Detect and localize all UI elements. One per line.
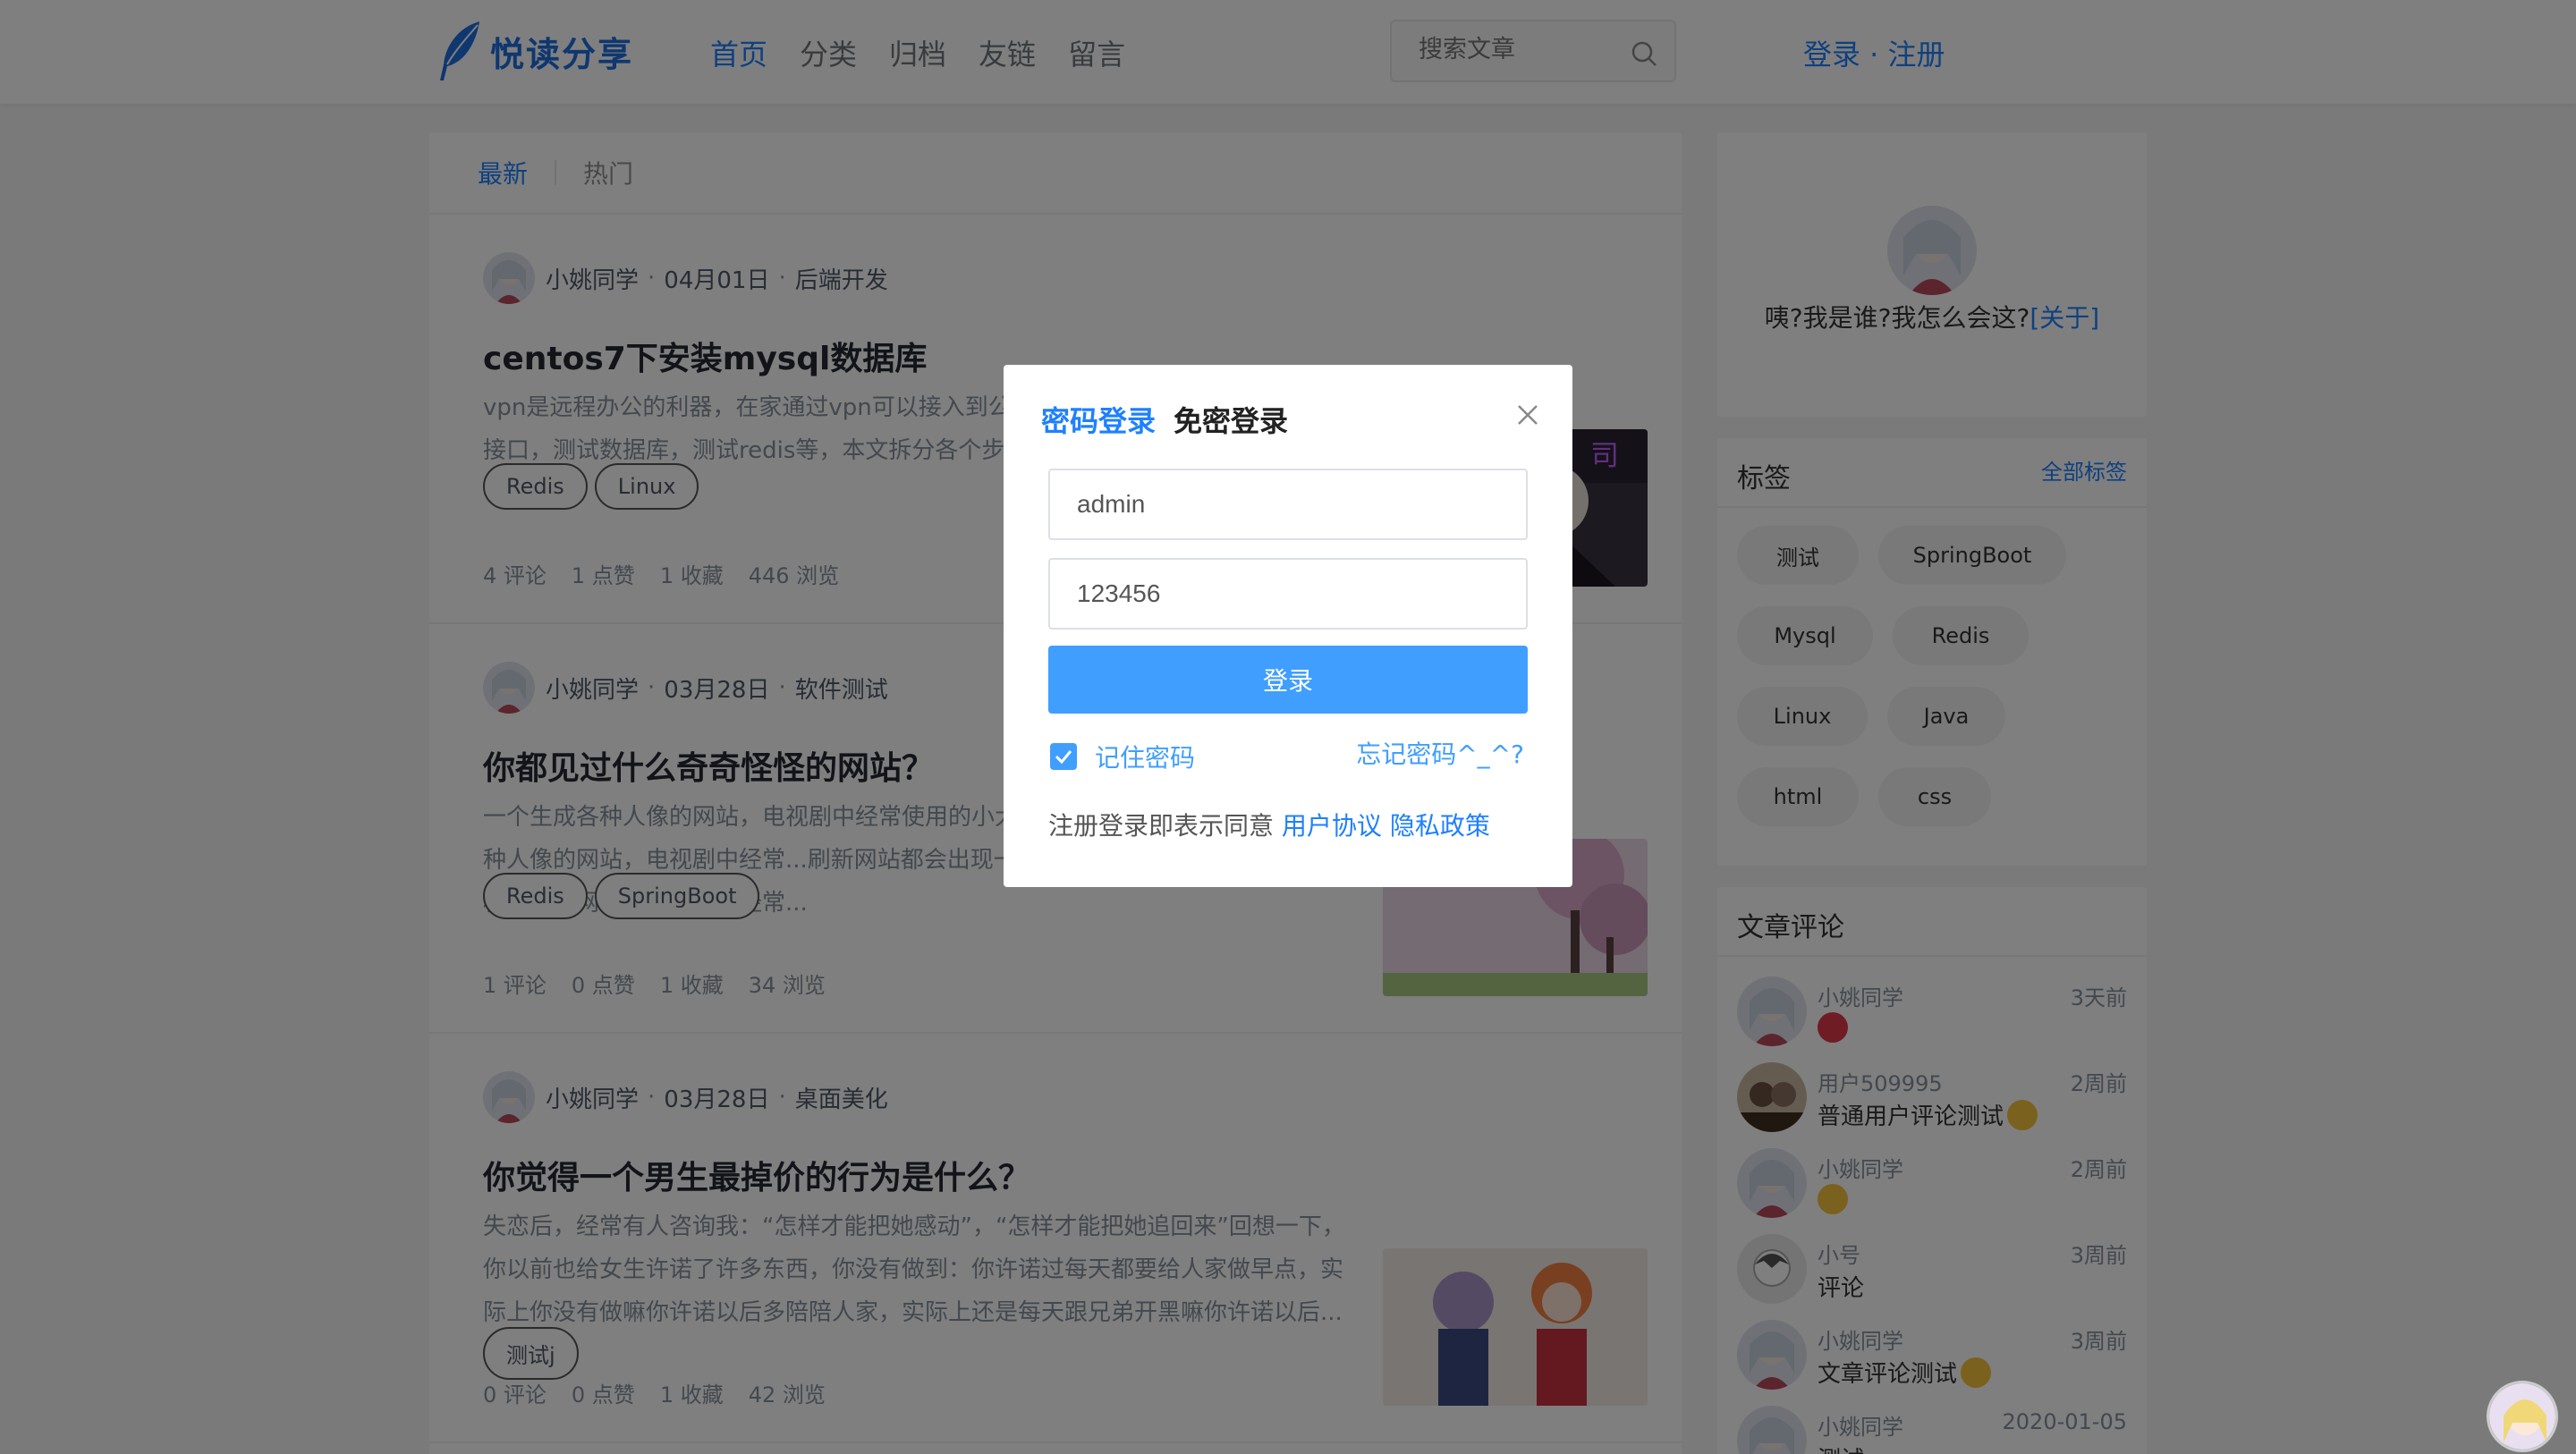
username-field[interactable]: admin bbox=[1048, 469, 1528, 540]
login-modal: 密码登录 免密登录 admin 123456 登录 记住密码 忘记密码^_^? … bbox=[1004, 365, 1572, 887]
forgot-password-link[interactable]: 忘记密码^_^? bbox=[1356, 735, 1524, 771]
login-tabs: 密码登录 免密登录 bbox=[1041, 399, 1288, 440]
password-field[interactable]: 123456 bbox=[1048, 558, 1528, 630]
agreement-text: 注册登录即表示同意 用户协议 隐私政策 bbox=[1048, 811, 1490, 841]
tab-code-login[interactable]: 免密登录 bbox=[1174, 399, 1288, 440]
user-agreement-link[interactable]: 用户协议 bbox=[1282, 811, 1382, 841]
remember-checkbox[interactable]: 记住密码 bbox=[1050, 739, 1195, 774]
privacy-policy-link[interactable]: 隐私政策 bbox=[1390, 811, 1490, 841]
checkbox-checked-icon[interactable] bbox=[1050, 743, 1077, 770]
remember-label[interactable]: 记住密码 bbox=[1095, 739, 1195, 774]
tab-password-login[interactable]: 密码登录 bbox=[1041, 399, 1156, 440]
login-button[interactable]: 登录 bbox=[1048, 646, 1528, 714]
floating-avatar[interactable] bbox=[2487, 1381, 2558, 1452]
close-icon[interactable] bbox=[1513, 401, 1542, 429]
